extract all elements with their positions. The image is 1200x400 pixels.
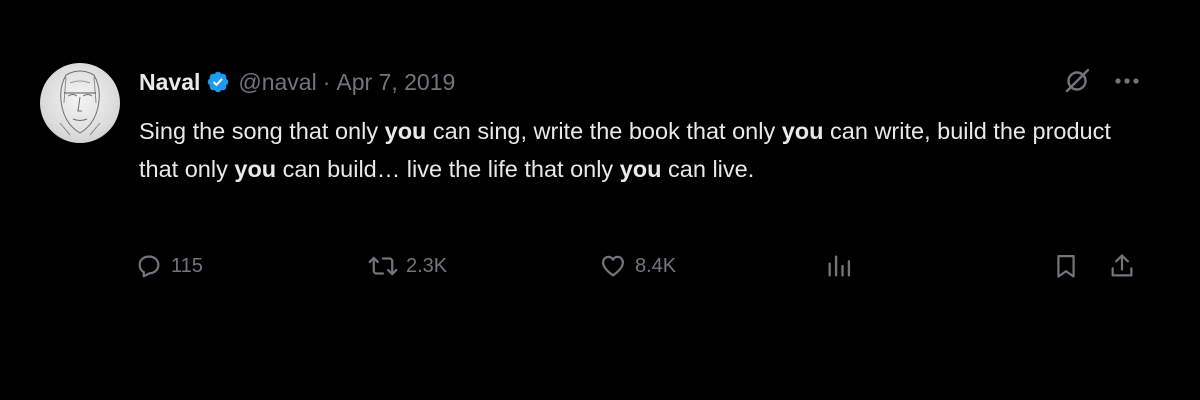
bookmark-icon: [1057, 254, 1075, 278]
like-button[interactable]: 8.4K: [599, 248, 676, 284]
share-icon: [1111, 254, 1133, 277]
sketch-face-avatar-icon: [59, 70, 101, 136]
like-count: 8.4K: [635, 254, 677, 277]
header-separator: ·: [322, 68, 331, 95]
repost-count: 2.3K: [406, 254, 448, 277]
author-name[interactable]: Naval: [139, 69, 200, 96]
share-button[interactable]: [1108, 248, 1136, 284]
tweet-text-part: can live.: [661, 156, 755, 182]
reply-icon: [138, 255, 160, 278]
tweet-text-part: can build… live the life that only: [276, 156, 620, 182]
tweet-text-emphasis: you: [234, 156, 277, 182]
views-button[interactable]: [825, 248, 853, 284]
tweet-text-part: Sing the song that only: [139, 118, 385, 144]
more-icon[interactable]: [1114, 77, 1140, 85]
tweet-date[interactable]: Apr 7, 2019: [336, 69, 455, 96]
verified-badge-icon: [206, 70, 230, 94]
reply-button[interactable]: 115: [135, 248, 203, 284]
repost-button[interactable]: 2.3K: [368, 248, 447, 284]
bookmark-button[interactable]: [1052, 248, 1080, 284]
reply-count: 115: [171, 254, 203, 277]
tweet-text-part: can sing, write the book that only: [426, 118, 782, 144]
tweet-text-emphasis: you: [781, 118, 824, 144]
tweet-card[interactable]: Naval @naval · Apr 7, 2019 Sing the song…: [0, 0, 1200, 400]
tweet-text-emphasis: you: [384, 118, 427, 144]
analytics-icon: [828, 255, 851, 277]
grok-icon[interactable]: [1062, 66, 1092, 96]
repost-icon: [368, 256, 398, 276]
heart-icon: [601, 255, 625, 277]
tweet-header: Naval @naval · Apr 7, 2019: [139, 64, 455, 100]
action-bar: 115 2.3K 8.4K: [135, 248, 1145, 284]
avatar[interactable]: [40, 63, 120, 143]
tweet-text: Sing the song that only you can sing, wr…: [139, 112, 1139, 188]
top-actions: [1062, 66, 1140, 96]
author-handle[interactable]: @naval: [238, 69, 316, 96]
tweet-text-emphasis: you: [619, 156, 662, 182]
